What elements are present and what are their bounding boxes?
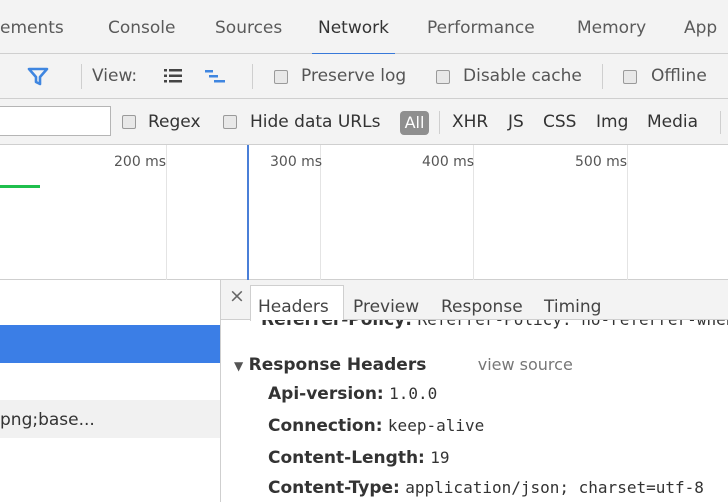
tick-label: 500 ms bbox=[575, 154, 628, 170]
tab-sources[interactable]: Sources bbox=[215, 0, 282, 54]
hide-data-urls-label: Hide data URLs bbox=[250, 112, 381, 132]
tab-performance[interactable]: Performance bbox=[427, 0, 535, 54]
disable-cache-label: Disable cache bbox=[463, 66, 582, 86]
hide-data-urls-checkbox[interactable] bbox=[223, 115, 237, 129]
gridline bbox=[627, 145, 628, 280]
header-row: Content-Length: 19 bbox=[268, 448, 450, 468]
tick-label: 400 ms bbox=[422, 154, 475, 170]
regex-checkbox[interactable] bbox=[122, 115, 136, 129]
network-toolbar: View: Preserve log Disable cache Offline bbox=[0, 54, 728, 99]
details-tabbar: × Headers Preview Response Timing bbox=[221, 280, 728, 321]
filter-img[interactable]: Img bbox=[596, 99, 628, 145]
close-icon[interactable]: × bbox=[229, 285, 245, 307]
tick-label: 200 ms bbox=[114, 154, 167, 170]
filter-bar: Regex Hide data URLs All XHR JS CSS Img … bbox=[0, 99, 728, 145]
offline-label: Offline bbox=[651, 66, 707, 86]
header-row: Connection: keep-alive bbox=[268, 416, 484, 436]
preserve-log-label: Preserve log bbox=[301, 66, 407, 86]
waterfall-icon[interactable] bbox=[205, 69, 225, 88]
request-list: png;base... bbox=[0, 280, 221, 502]
request-name: png;base... bbox=[0, 410, 95, 430]
tab-network[interactable]: Network bbox=[312, 0, 395, 55]
toolbar-divider bbox=[602, 64, 603, 89]
header-name: Content-Type: bbox=[268, 478, 400, 498]
view-label: View: bbox=[92, 66, 138, 86]
view-source-link[interactable]: view source bbox=[478, 355, 573, 374]
filter-icon[interactable] bbox=[27, 66, 49, 91]
gridline bbox=[166, 145, 167, 280]
tab-console[interactable]: Console bbox=[108, 0, 176, 54]
timeline-marker bbox=[247, 145, 249, 280]
large-rows-icon[interactable] bbox=[164, 68, 182, 88]
toolbar-divider bbox=[252, 64, 253, 89]
response-headers-section[interactable]: ▼ Response Headers view source bbox=[234, 355, 573, 375]
clipped-header-line: Referrer-Policy: Referrer-Policy: no-ref… bbox=[261, 320, 728, 332]
clipped-header-text: Referrer-Policy: no-referrer-when-downgr… bbox=[417, 320, 728, 329]
request-details: × Headers Preview Response Timing Referr… bbox=[221, 280, 728, 502]
filter-media[interactable]: Media bbox=[647, 99, 698, 145]
timeline-overview[interactable]: 200 ms 300 ms 400 ms 500 ms bbox=[0, 145, 728, 280]
tab-memory[interactable]: Memory bbox=[577, 0, 646, 54]
filter-js[interactable]: JS bbox=[508, 99, 524, 145]
request-row[interactable]: png;base... bbox=[0, 400, 220, 438]
header-value: keep-alive bbox=[387, 416, 485, 435]
preserve-log-checkbox[interactable] bbox=[274, 70, 288, 84]
disable-cache-checkbox[interactable] bbox=[436, 70, 450, 84]
filter-divider bbox=[439, 111, 440, 134]
filter-input[interactable] bbox=[0, 106, 111, 136]
header-value: 19 bbox=[430, 448, 450, 467]
filter-divider bbox=[720, 111, 721, 134]
tick-label: 300 ms bbox=[270, 154, 323, 170]
filter-all-button[interactable]: All bbox=[400, 111, 429, 135]
header-row: Content-Type: application/json; charset=… bbox=[268, 478, 728, 498]
header-row: Api-version: 1.0.0 bbox=[268, 384, 437, 404]
tab-application[interactable]: App bbox=[684, 0, 717, 54]
header-value: 1.0.0 bbox=[389, 384, 438, 403]
filter-xhr[interactable]: XHR bbox=[452, 99, 488, 145]
toolbar-divider bbox=[81, 64, 82, 89]
tab-headers-label: Headers bbox=[258, 297, 329, 317]
offline-checkbox[interactable] bbox=[623, 70, 637, 84]
header-value: application/json; charset=utf-8 bbox=[405, 478, 704, 497]
filter-css[interactable]: CSS bbox=[543, 99, 576, 145]
header-name: Api-version: bbox=[268, 384, 384, 404]
triangle-down-icon: ▼ bbox=[234, 359, 244, 373]
header-name: Content-Length: bbox=[268, 448, 425, 468]
section-title: Response Headers bbox=[248, 355, 427, 375]
overview-request-bar bbox=[0, 185, 40, 188]
request-row-selected[interactable] bbox=[0, 325, 220, 363]
tab-elements[interactable]: ements bbox=[0, 0, 64, 54]
header-name: Connection: bbox=[268, 416, 383, 436]
devtools-panel-tabs: ements Console Sources Network Performan… bbox=[0, 0, 728, 55]
regex-label: Regex bbox=[148, 112, 201, 132]
